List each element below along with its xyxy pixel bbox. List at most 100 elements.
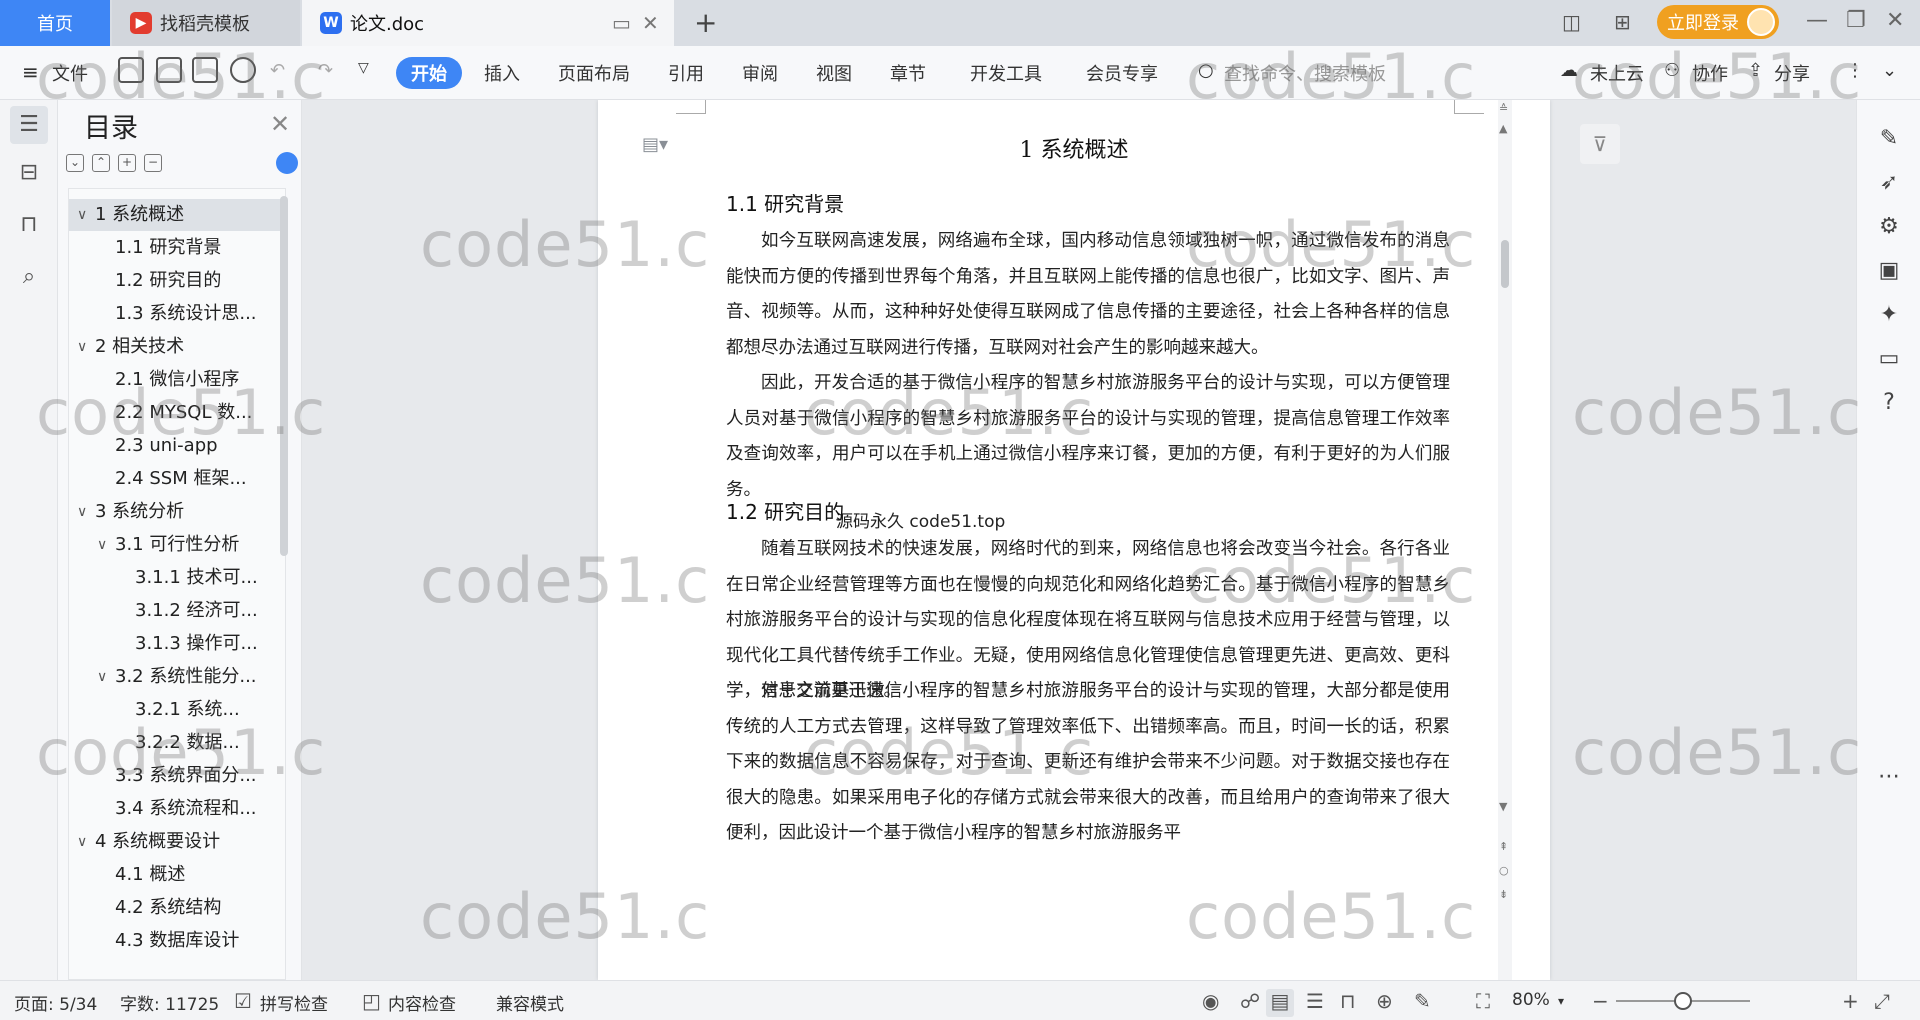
reading-view-icon[interactable]: ⊓ [1340, 989, 1356, 1013]
toc-item[interactable]: 4.2 系统结构 [69, 892, 285, 924]
redo-icon[interactable]: ↷ [318, 60, 333, 81]
navigation-widget-icon[interactable]: ⊽ [1580, 124, 1620, 164]
tab-close-icon[interactable]: ✕ [642, 11, 659, 35]
toc-item[interactable]: 1.3 系统设计思... [69, 298, 285, 330]
content-check-button[interactable]: 内容检查 [388, 990, 456, 1015]
tab-chapter[interactable]: 章节 [890, 60, 926, 86]
tab-window-icon[interactable]: ▭ [612, 11, 631, 35]
tab-home[interactable]: 首页 [0, 0, 110, 46]
annotate-icon[interactable]: ✎ [1414, 989, 1431, 1013]
toc-item[interactable]: ∨ 3.2 系统性能分... [69, 661, 285, 693]
command-search-input[interactable]: 查找命令、搜索模板 [1224, 60, 1386, 86]
save-icon[interactable] [118, 57, 144, 83]
tab-member[interactable]: 会员专享 [1086, 60, 1158, 86]
apps-grid-icon[interactable]: ⊞ [1614, 10, 1631, 34]
select-cursor-icon[interactable]: ➶ [1875, 170, 1903, 195]
toc-item[interactable]: 3.3 系统界面分... [69, 760, 285, 792]
toc-close-icon[interactable]: ✕ [270, 110, 290, 138]
share-button[interactable]: 分享 [1774, 60, 1810, 86]
word-count[interactable]: 字数: 11725 [120, 990, 219, 1015]
toc-item[interactable]: 2.4 SSM 框架... [69, 463, 285, 495]
collapse-all-icon[interactable]: ⌃ [92, 154, 110, 172]
print-icon[interactable] [192, 57, 218, 83]
reading-icon[interactable]: ▭ [1875, 346, 1903, 371]
toc-item[interactable]: 4.1 概述 [69, 859, 285, 891]
outline-view-icon[interactable]: ☰ [1306, 989, 1324, 1013]
tab-references[interactable]: 引用 [668, 60, 704, 86]
toc-item[interactable]: 2.3 uni-app [69, 430, 285, 462]
spell-check-button[interactable]: 拼写检查 [260, 990, 328, 1015]
expand-all-icon[interactable]: ⌄ [66, 154, 84, 172]
toc-mode-toggle[interactable] [276, 152, 298, 174]
toc-item[interactable]: 3.4 系统流程和... [69, 793, 285, 825]
toc-item[interactable]: ∨ 2 相关技术 [69, 331, 285, 363]
tab-insert[interactable]: 插入 [484, 60, 520, 86]
tab-document[interactable]: W 论文.doc ▭ ✕ [302, 0, 674, 46]
next-page-icon[interactable]: ⇟ [1499, 888, 1508, 901]
toc-item[interactable]: ∨ 3 系统分析 [69, 496, 285, 528]
more-icon[interactable]: ⋮ [1846, 60, 1864, 81]
toc-item[interactable]: ∨ 4 系统概要设计 [69, 826, 285, 858]
chevron-down-icon[interactable]: ∨ [97, 661, 107, 693]
tab-view[interactable]: 视图 [816, 60, 852, 86]
tab-review[interactable]: 审阅 [742, 60, 778, 86]
toc-item[interactable]: 2.1 微信小程序 [69, 364, 285, 396]
image-tool-icon[interactable]: ▣ [1875, 258, 1903, 283]
print-preview-icon[interactable] [230, 57, 256, 83]
chevron-down-icon[interactable]: ∨ [77, 199, 87, 231]
new-tab-button[interactable]: + [694, 6, 717, 39]
page-view-icon[interactable]: ▤ [1266, 989, 1294, 1017]
find-icon[interactable]: ⌕ [14, 262, 44, 292]
toc-icon[interactable]: ☰ [10, 106, 48, 144]
toc-item[interactable]: ∨ 1 系统概述 [69, 199, 285, 231]
toc-item[interactable]: ∨ 3.1 可行性分析 [69, 529, 285, 561]
tab-page-layout[interactable]: 页面布局 [558, 60, 630, 86]
ai-assist-icon[interactable]: ✦ [1875, 302, 1903, 327]
toc-item[interactable]: 1.1 研究背景 [69, 232, 285, 264]
outline-icon[interactable]: ⊟ [14, 158, 44, 188]
add-heading-icon[interactable]: + [118, 154, 136, 172]
zoom-level[interactable]: 80% [1512, 990, 1550, 1010]
chevron-down-icon[interactable]: ∨ [77, 826, 87, 858]
collab-button[interactable]: 协作 [1692, 60, 1728, 86]
scroll-up-icon[interactable]: ▲ [1499, 122, 1507, 135]
collapse-ribbon-icon[interactable]: ⌄ [1882, 60, 1897, 81]
remove-heading-icon[interactable]: − [144, 154, 162, 172]
document-page[interactable]: ▤▾ 1 系统概述 1.1 研究背景 如今互联网高速发展，网络遍布全球，国内移动… [598, 100, 1550, 980]
prev-page-icon[interactable]: ⇞ [1499, 840, 1508, 853]
chevron-down-icon[interactable]: ∨ [97, 529, 107, 561]
minimize-icon[interactable]: — [1806, 8, 1828, 33]
web-view-icon[interactable]: ⊕ [1376, 989, 1393, 1013]
cloud-status[interactable]: 未上云 [1590, 60, 1644, 86]
scroll-top-icon[interactable]: ≙ [1499, 102, 1508, 115]
layout-icon[interactable]: ◫ [1562, 10, 1581, 34]
zoom-dropdown-icon[interactable]: ▾ [1558, 994, 1564, 1008]
file-menu[interactable]: 文件 [52, 60, 88, 86]
bookmark-icon[interactable]: ⊓ [14, 210, 44, 240]
edit-pen-icon[interactable]: ✎ [1875, 126, 1903, 151]
document-scroll-thumb[interactable] [1501, 240, 1509, 288]
fit-page-icon[interactable]: ⛶ [1476, 989, 1490, 1013]
toc-item[interactable]: 1.2 研究目的 [69, 265, 285, 297]
zoom-out-icon[interactable]: − [1592, 989, 1609, 1013]
toc-item[interactable]: 3.1.2 经济可... [69, 595, 285, 627]
toc-item[interactable]: 4.3 数据库设计 [69, 925, 285, 957]
help-icon[interactable]: ? [1875, 390, 1903, 415]
chevron-down-icon[interactable]: ∨ [77, 496, 87, 528]
toc-item[interactable]: 3.1.1 技术可... [69, 562, 285, 594]
login-button[interactable]: 立即登录 [1657, 5, 1779, 39]
quick-access-dropdown-icon[interactable]: ▽ [358, 60, 369, 76]
toc-scrollbar[interactable] [280, 196, 288, 556]
undo-icon[interactable]: ↶ [270, 60, 285, 81]
zoom-in-icon[interactable]: + [1842, 989, 1859, 1013]
zoom-slider-handle[interactable] [1674, 992, 1692, 1010]
eye-protect-icon[interactable]: ◉ [1202, 989, 1219, 1013]
page-indicator[interactable]: 页面: 5/34 [14, 990, 97, 1015]
more-tools-icon[interactable]: ⋯ [1875, 764, 1903, 789]
toc-item[interactable]: 3.2.1 系统... [69, 694, 285, 726]
read-mode-icon[interactable]: ☍ [1240, 989, 1260, 1013]
select-browse-icon[interactable]: ○ [1499, 864, 1509, 877]
toc-item[interactable]: 3.2.2 数据... [69, 727, 285, 759]
fullscreen-icon[interactable]: ⤢ [1874, 989, 1890, 1013]
adjust-icon[interactable]: ⚙ [1875, 214, 1903, 239]
